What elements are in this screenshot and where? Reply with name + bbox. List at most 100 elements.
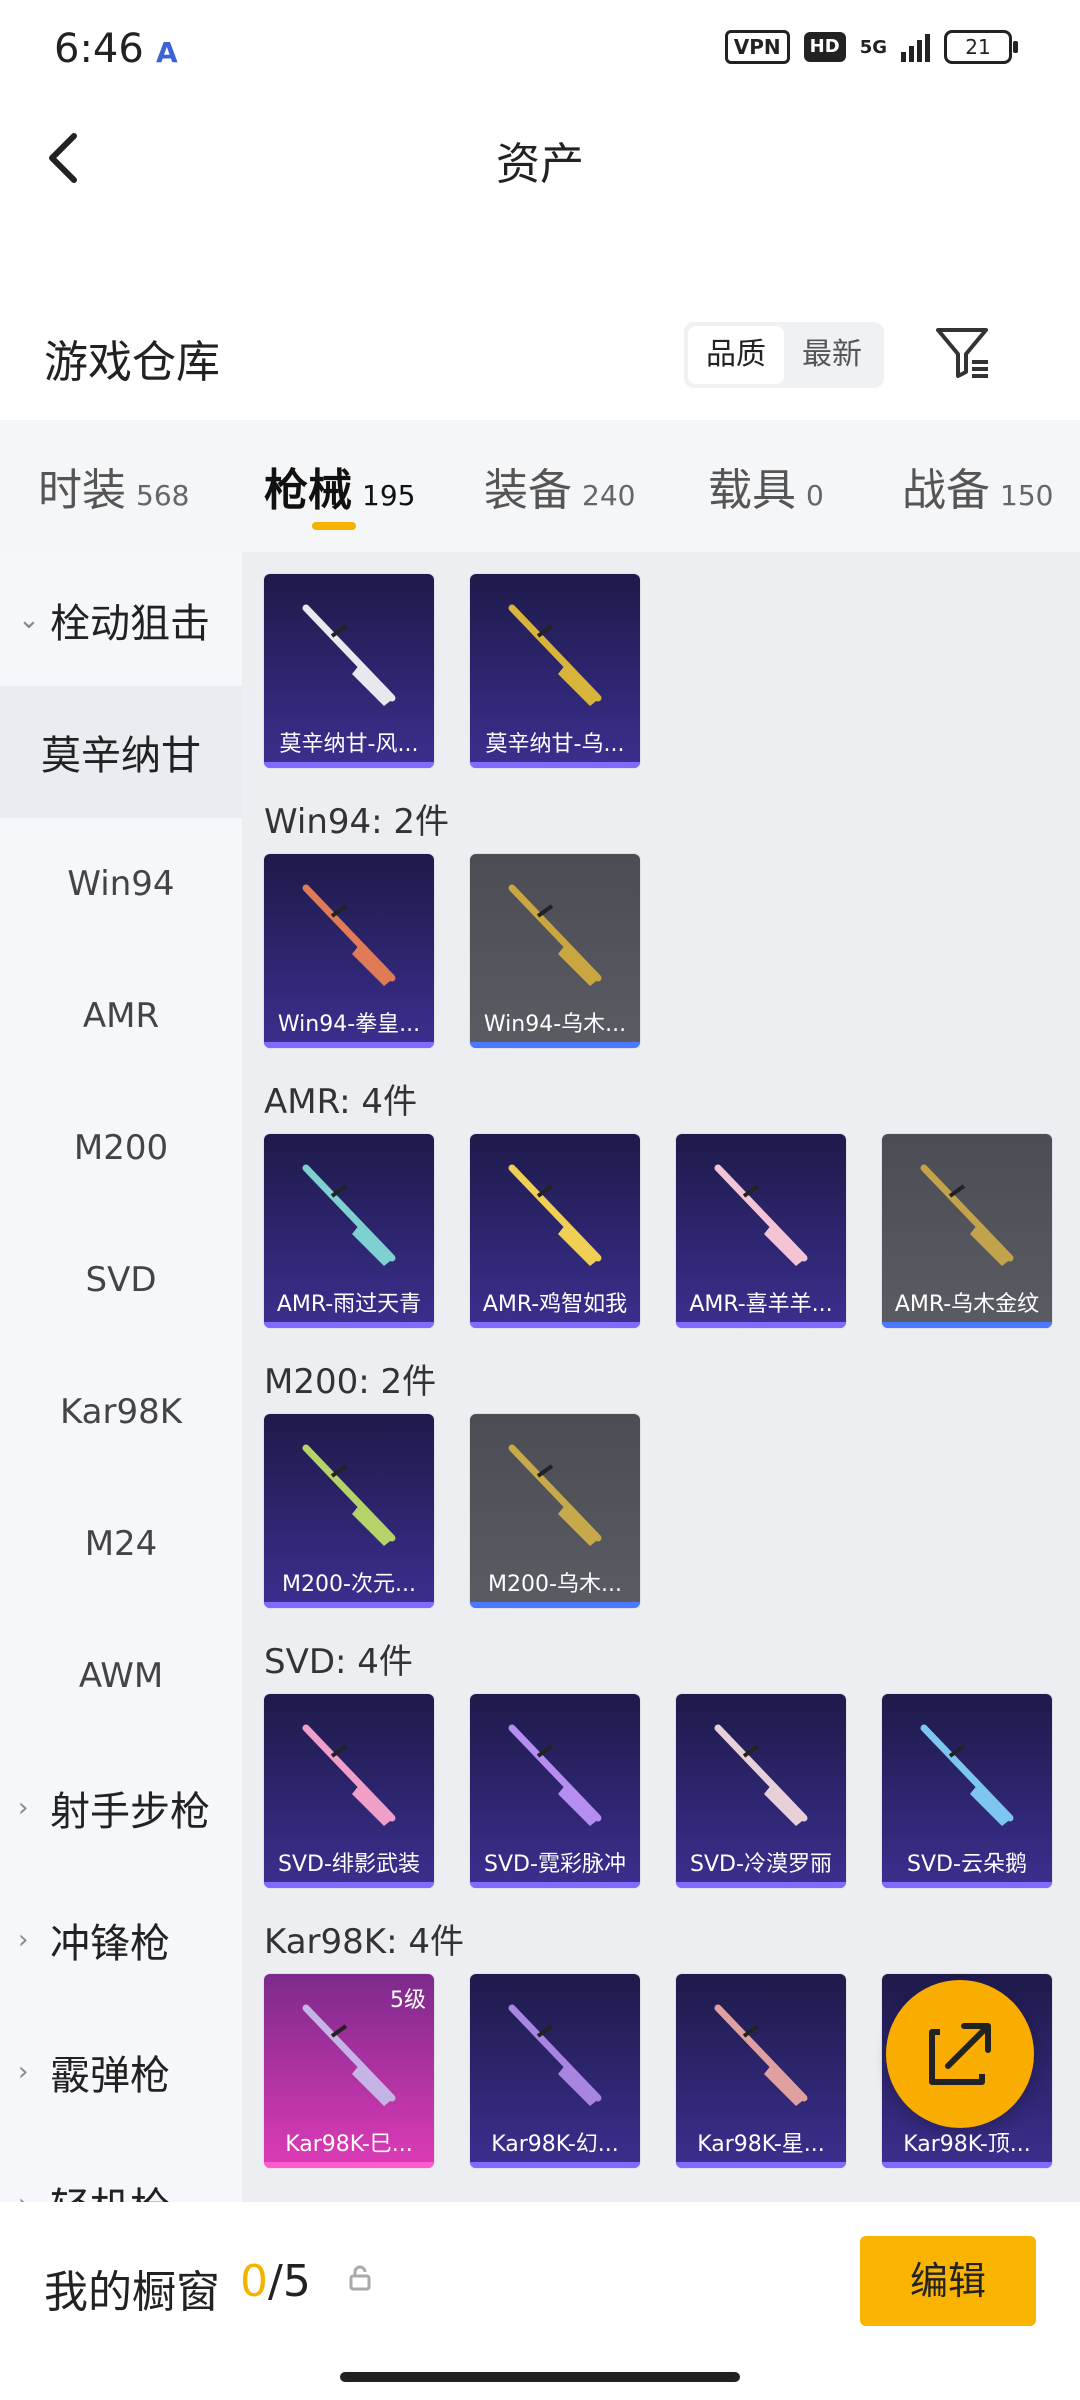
sidebar-item-svd[interactable]: SVD [0, 1214, 242, 1346]
tab-firearms[interactable]: 枪械 195 [264, 454, 415, 518]
sidebar-group-label: 冲锋枪 [50, 1921, 170, 1967]
rifle-icon [302, 2004, 396, 2106]
showcase-current: 0 [240, 2256, 268, 2307]
weapon-skin-name: Win94-乌木... [483, 1012, 627, 1037]
weapon-skin-card[interactable]: SVD-云朵鹅 [882, 1694, 1052, 1888]
network-label: 5G [859, 36, 887, 58]
weapon-skin-card[interactable]: AMR-鸡智如我 [470, 1134, 640, 1328]
sidebar-item-mosin[interactable]: 莫辛纳甘 [0, 686, 242, 818]
tab-count: 568 [136, 479, 190, 512]
rarity-bar [470, 1322, 640, 1328]
rifle-icon [508, 604, 602, 706]
rarity-bar [676, 1322, 846, 1328]
rifle-icon [508, 1724, 602, 1826]
sidebar-item-amr[interactable]: AMR [0, 950, 242, 1082]
weapon-skin-card[interactable]: 莫辛纳甘-乌... [470, 574, 640, 768]
sidebar-item-kar98k[interactable]: Kar98K [0, 1346, 242, 1478]
battery-level: 21 [965, 35, 991, 59]
weapon-skin-card[interactable]: 5级 Kar98K-巳... [264, 1974, 434, 2168]
tab-label: 装备 [484, 465, 572, 516]
rifle-icon [302, 604, 396, 706]
weapon-skin-card[interactable]: 莫辛纳甘-风... [264, 574, 434, 768]
rifle-icon [508, 1444, 602, 1546]
share-button[interactable] [886, 1980, 1034, 2128]
signal-icon [901, 32, 930, 62]
lock-icon [349, 2265, 371, 2291]
chevron-right-icon: › [18, 1925, 29, 1955]
section-label: SVD: 4件 [264, 1642, 413, 1682]
rifle-icon [508, 2004, 602, 2106]
sidebar-item-m24[interactable]: M24 [0, 1478, 242, 1610]
sidebar-group-label: 栓动狙击 [50, 601, 210, 647]
tab-count: 0 [806, 479, 824, 512]
skin-grid: 莫辛纳甘-风... 莫辛纳甘-乌... Win94: 2件 Win94-拳皇... Wi… [242, 552, 1080, 2202]
edit-button[interactable]: 编辑 [860, 2236, 1036, 2326]
tab-label: 枪械 [264, 465, 352, 516]
tab-count: 150 [1000, 479, 1054, 512]
filter-icon[interactable] [932, 322, 992, 382]
weapon-skin-card[interactable]: AMR-乌木金纹 [882, 1134, 1052, 1328]
showcase-count: 0/5 [240, 2256, 311, 2307]
rarity-bar [470, 2162, 640, 2168]
rifle-icon [714, 1724, 808, 1826]
rifle-icon [508, 1164, 602, 1266]
weapon-skin-name: 莫辛纳甘-风... [279, 732, 419, 757]
weapon-skin-card[interactable]: SVD-霓彩脉冲 [470, 1694, 640, 1888]
weapon-skin-card[interactable]: SVD-绯影武装 [264, 1694, 434, 1888]
tab-count: 240 [582, 479, 636, 512]
sidebar-item-m200[interactable]: M200 [0, 1082, 242, 1214]
rifle-icon [920, 1724, 1014, 1826]
tab-fashion[interactable]: 时装 568 [38, 454, 189, 518]
weapon-skin-name: 莫辛纳甘-乌... [485, 732, 625, 757]
chevron-right-icon: › [18, 1793, 29, 1823]
weapon-skin-card[interactable]: M200-次元... [264, 1414, 434, 1608]
weapon-skin-name: M200-次元... [282, 1572, 416, 1597]
sort-newest-button[interactable]: 最新 [784, 326, 880, 384]
sidebar-item-awm[interactable]: AWM [0, 1610, 242, 1742]
warehouse-title: 游戏仓库 [44, 337, 220, 388]
weapon-skin-card[interactable]: Win94-乌木... [470, 854, 640, 1048]
status-time: 6:46 [54, 26, 144, 72]
weapon-skin-card[interactable]: M200-乌木... [470, 1414, 640, 1608]
tab-equipment[interactable]: 装备 240 [484, 454, 635, 518]
weapon-skin-name: SVD-冷漠罗丽 [690, 1852, 832, 1877]
tab-vehicles[interactable]: 载具 0 [708, 454, 824, 518]
weapon-skin-card[interactable]: Kar98K-幻... [470, 1974, 640, 2168]
sidebar-item-win94[interactable]: Win94 [0, 818, 242, 950]
sort-quality-button[interactable]: 品质 [688, 326, 784, 384]
share-icon [929, 2023, 991, 2085]
rarity-bar [264, 1882, 434, 1888]
sidebar-group-dmr[interactable]: › 射手步枪 [0, 1742, 242, 1874]
sidebar-group-shotgun[interactable]: › 霰弹枪 [0, 2006, 242, 2138]
weapon-skin-card[interactable]: SVD-冷漠罗丽 [676, 1694, 846, 1888]
weapon-skin-card[interactable]: AMR-雨过天青 [264, 1134, 434, 1328]
rifle-icon [302, 1724, 396, 1826]
showcase-max: 5 [282, 2256, 311, 2307]
rarity-bar [882, 1882, 1052, 1888]
tab-count: 195 [362, 479, 416, 512]
weapon-skin-name: M200-乌木... [488, 1572, 622, 1597]
rarity-bar [470, 1602, 640, 1608]
weapon-skin-card[interactable]: AMR-喜羊羊... [676, 1134, 846, 1328]
sidebar-group-bolt-action[interactable]: ⌄ 栓动狙击 [0, 554, 242, 686]
page-title: 资产 [496, 139, 584, 190]
hd-indicator: HD [803, 32, 846, 62]
chevron-down-icon: ⌄ [18, 605, 40, 635]
chevron-right-icon: › [18, 2057, 29, 2087]
weapon-skin-name: AMR-乌木金纹 [894, 1292, 1040, 1317]
section-label: Win94: 2件 [264, 802, 450, 842]
showcase-separator: / [268, 2256, 283, 2307]
weapon-skin-card[interactable]: Kar98K-星... [676, 1974, 846, 2168]
weapon-skin-name: Kar98K-巳... [285, 2132, 413, 2157]
sidebar-group-smg[interactable]: › 冲锋枪 [0, 1874, 242, 2006]
sidebar-group-label: 霰弹枪 [50, 2053, 170, 2099]
rifle-icon [302, 1164, 396, 1266]
tab-supplies[interactable]: 战备 150 [902, 454, 1053, 518]
rifle-icon [508, 884, 602, 986]
rifle-icon [920, 1164, 1014, 1266]
weapon-skin-name: AMR-喜羊羊... [689, 1292, 833, 1317]
rarity-bar [264, 2162, 434, 2168]
weapon-skin-name: Win94-拳皇... [277, 1012, 421, 1037]
rarity-bar [264, 1602, 434, 1608]
weapon-skin-card[interactable]: Win94-拳皇... [264, 854, 434, 1048]
